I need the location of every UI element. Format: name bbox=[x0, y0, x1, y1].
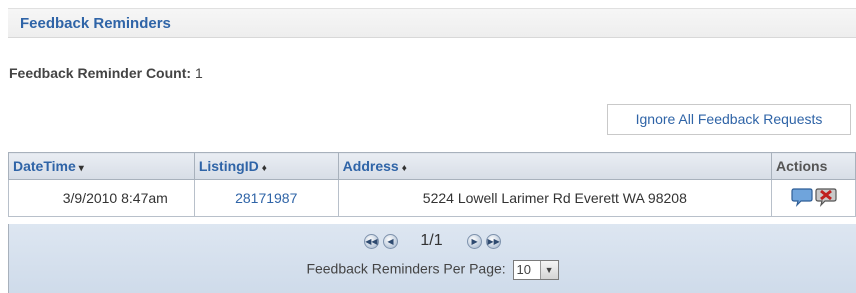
cell-listingid: 28171987 bbox=[193, 179, 339, 217]
column-header-actions: Actions bbox=[771, 152, 856, 180]
cell-address: 5224 Lowell Larimer Rd Everett WA 98208 bbox=[337, 179, 773, 217]
ignore-comment-icon[interactable] bbox=[814, 187, 837, 210]
section-header: Feedback Reminders bbox=[8, 8, 856, 38]
cell-actions bbox=[771, 179, 856, 217]
sort-icon: ♦ bbox=[401, 163, 407, 174]
per-page-select[interactable]: 10 ▼ bbox=[512, 260, 559, 280]
table-header-row: DateTime ▾ ListingID ♦ Address ♦ Actions bbox=[8, 152, 856, 180]
column-header-listingid[interactable]: ListingID ♦ bbox=[193, 152, 339, 180]
feedback-table: DateTime ▾ ListingID ♦ Address ♦ Actions 3/… bbox=[8, 152, 856, 217]
last-page-icon[interactable]: ▶▶ bbox=[486, 233, 502, 249]
per-page-row: Feedback Reminders Per Page: 10 ▼ bbox=[9, 260, 856, 280]
chevron-down-icon[interactable]: ▼ bbox=[539, 261, 558, 279]
table-row: 3/9/2010 8:47am 28171987 5224 Lowell Lar… bbox=[8, 179, 856, 217]
column-header-address-label: Address bbox=[342, 158, 399, 174]
column-header-address[interactable]: Address ♦ bbox=[337, 152, 773, 180]
sort-desc-icon: ▾ bbox=[78, 163, 84, 174]
prev-page-icon[interactable]: ◀ bbox=[382, 233, 398, 249]
page-indicator: 1/1 bbox=[420, 232, 443, 249]
column-header-datetime-label: DateTime bbox=[13, 158, 76, 174]
per-page-label: Feedback Reminders Per Page: bbox=[306, 260, 506, 277]
reminder-count-value: 1 bbox=[195, 65, 203, 81]
listing-id-link[interactable]: 28171987 bbox=[235, 190, 297, 206]
per-page-value: 10 bbox=[516, 262, 532, 277]
pager-controls: ◀◀ ◀ 1/1 ▶ ▶▶ bbox=[9, 232, 856, 252]
comment-icon[interactable] bbox=[790, 187, 813, 210]
first-page-icon[interactable]: ◀◀ bbox=[363, 233, 379, 249]
ignore-all-button[interactable]: Ignore All Feedback Requests bbox=[607, 104, 851, 135]
pager: ◀◀ ◀ 1/1 ▶ ▶▶ Feedback Reminders Per Page:… bbox=[8, 224, 856, 293]
column-header-listingid-label: ListingID bbox=[198, 158, 259, 174]
page-title: Feedback Reminders bbox=[20, 15, 171, 32]
reminder-count: Feedback Reminder Count: 1 bbox=[9, 65, 203, 81]
next-page-icon[interactable]: ▶ bbox=[467, 233, 483, 249]
reminder-count-label: Feedback Reminder Count: bbox=[9, 65, 192, 81]
cell-datetime: 3/9/2010 8:47am bbox=[8, 179, 195, 217]
column-header-datetime[interactable]: DateTime ▾ bbox=[8, 152, 195, 180]
sort-icon: ♦ bbox=[261, 163, 267, 174]
